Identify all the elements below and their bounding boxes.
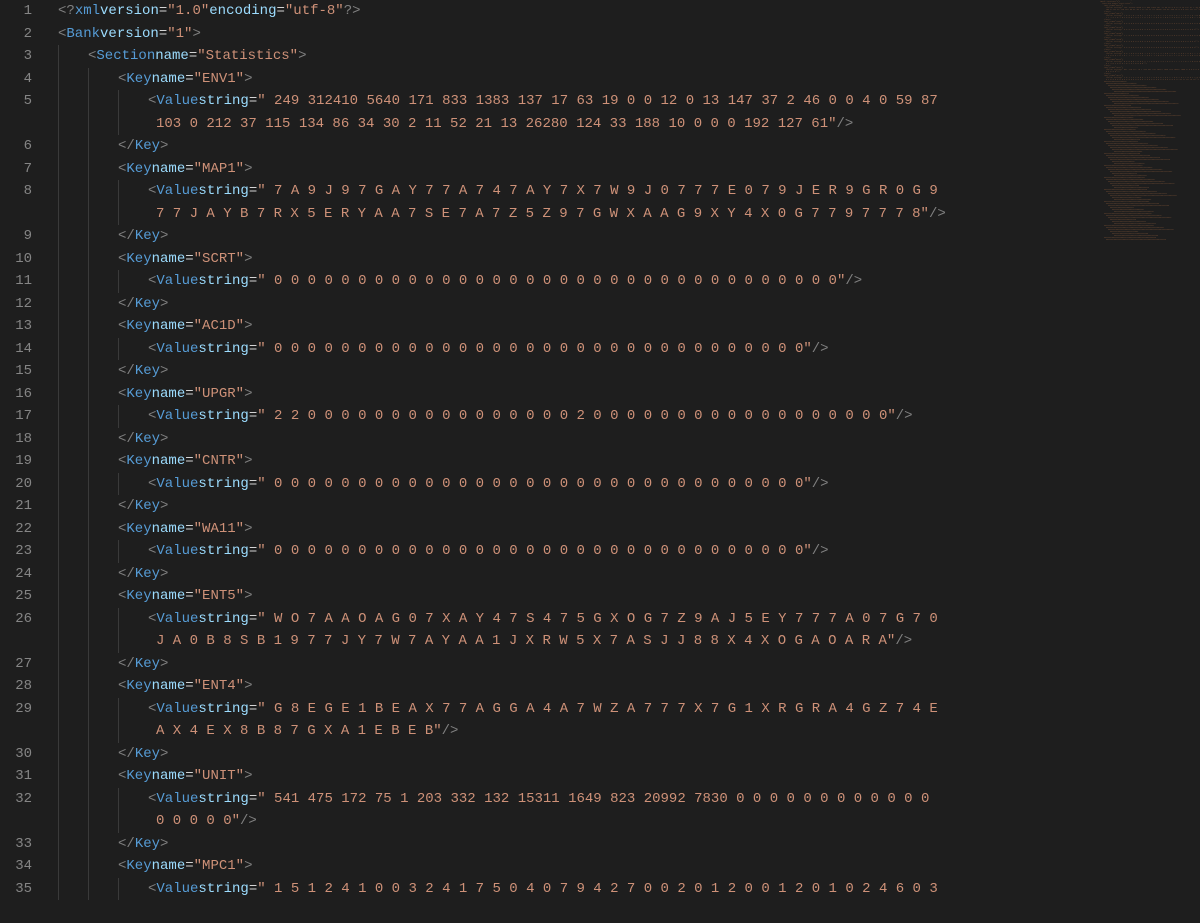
code-line[interactable]: </Key> [50,833,1200,856]
line-number: 34 [0,855,32,878]
code-line[interactable]: </Key> [50,225,1200,248]
code-line[interactable]: </Key> [50,653,1200,676]
line-number: 19 [0,450,32,473]
code-line[interactable]: <Value string=" W O 7 A A O A G 0 7 X A … [50,608,1200,631]
line-number: 7 [0,158,32,181]
code-line[interactable]: </Key> [50,495,1200,518]
code-line[interactable]: </Key> [50,563,1200,586]
code-line[interactable]: <Value string=" 7 A 9 J 9 7 G A Y 7 7 A … [50,180,1200,203]
code-line[interactable]: <Value string=" G 8 E G E 1 B E A X 7 7 … [50,698,1200,721]
code-line[interactable]: J A 0 B 8 S B 1 9 7 7 J Y 7 W 7 A Y A A … [50,630,1200,653]
line-number: 11 [0,270,32,293]
code-line[interactable]: <?xml version="1.0" encoding="utf-8"?> [50,0,1200,23]
line-number: 23 [0,540,32,563]
code-line[interactable]: <Key name="MPC1"> [50,855,1200,878]
code-line[interactable]: 0 0 0 0 0"/> [50,810,1200,833]
line-number: 16 [0,383,32,406]
code-line[interactable]: <Key name="ENV1"> [50,68,1200,91]
line-number: 29 [0,698,32,721]
code-line[interactable]: <Key name="WA11"> [50,518,1200,541]
minimap[interactable]: <?xml version="1.0" encoding="utf-8"?><B… [1100,0,1200,900]
editor[interactable]: 12345.678.910111213141516171819202122232… [0,0,1200,900]
code-line[interactable]: <Value string=" 1 5 1 2 4 1 0 0 3 2 4 1 … [50,878,1200,901]
code-line[interactable]: </Key> [50,743,1200,766]
code-line[interactable]: <Key name="CNTR"> [50,450,1200,473]
code-line[interactable]: </Key> [50,428,1200,451]
line-number: 15 [0,360,32,383]
code-line[interactable]: <Key name="UPGR"> [50,383,1200,406]
code-line[interactable]: <Value string=" 0 0 0 0 0 0 0 0 0 0 0 0 … [50,270,1200,293]
line-number: 28 [0,675,32,698]
line-number: 32 [0,788,32,811]
line-number: 3 [0,45,32,68]
code-line[interactable]: <Bank version="1"> [50,23,1200,46]
line-number: 20 [0,473,32,496]
line-number: 12 [0,293,32,316]
line-number: 35 [0,878,32,901]
line-number-gutter: 12345.678.910111213141516171819202122232… [0,0,50,900]
code-line[interactable]: A X 4 E X 8 B 8 7 G X A 1 E B E B"/> [50,720,1200,743]
code-line[interactable]: <Section name="Statistics"> [50,45,1200,68]
line-number: 4 [0,68,32,91]
line-number: 22 [0,518,32,541]
line-number: 26 [0,608,32,631]
line-number: 2 [0,23,32,46]
code-line[interactable]: <Value string=" 2 2 0 0 0 0 0 0 0 0 0 0 … [50,405,1200,428]
line-number: 6 [0,135,32,158]
code-line[interactable]: <Value string=" 0 0 0 0 0 0 0 0 0 0 0 0 … [50,338,1200,361]
code-line[interactable]: 7 7 J A Y B 7 R X 5 E R Y A A 7 S E 7 A … [50,203,1200,226]
line-number: 8 [0,180,32,203]
line-number: 13 [0,315,32,338]
code-line[interactable]: <Value string=" 0 0 0 0 0 0 0 0 0 0 0 0 … [50,473,1200,496]
line-number: 25 [0,585,32,608]
line-number: 31 [0,765,32,788]
line-number: 9 [0,225,32,248]
line-number: 14 [0,338,32,361]
code-line[interactable]: <Key name="MAP1"> [50,158,1200,181]
code-line[interactable]: <Value string=" 0 0 0 0 0 0 0 0 0 0 0 0 … [50,540,1200,563]
line-number: 17 [0,405,32,428]
line-number: 1 [0,0,32,23]
code-line[interactable]: <Key name="ENT5"> [50,585,1200,608]
line-number: 5 [0,90,32,113]
code-line[interactable]: <Key name="SCRT"> [50,248,1200,271]
line-number: 27 [0,653,32,676]
code-line[interactable]: <Key name="ENT4"> [50,675,1200,698]
code-area[interactable]: <?xml version="1.0" encoding="utf-8"?><B… [50,0,1200,900]
line-number: 24 [0,563,32,586]
code-line[interactable]: <Key name="AC1D"> [50,315,1200,338]
line-number: 30 [0,743,32,766]
line-number: 18 [0,428,32,451]
code-line[interactable]: <Value string=" 249 312410 5640 171 833 … [50,90,1200,113]
code-line[interactable]: <Value string=" 541 475 172 75 1 203 332… [50,788,1200,811]
code-line[interactable]: </Key> [50,293,1200,316]
code-line[interactable]: </Key> [50,360,1200,383]
line-number: 33 [0,833,32,856]
code-line[interactable]: </Key> [50,135,1200,158]
code-line[interactable]: 103 0 212 37 115 134 86 34 30 2 11 52 21… [50,113,1200,136]
code-line[interactable]: <Key name="UNIT"> [50,765,1200,788]
line-number: 10 [0,248,32,271]
line-number: 21 [0,495,32,518]
